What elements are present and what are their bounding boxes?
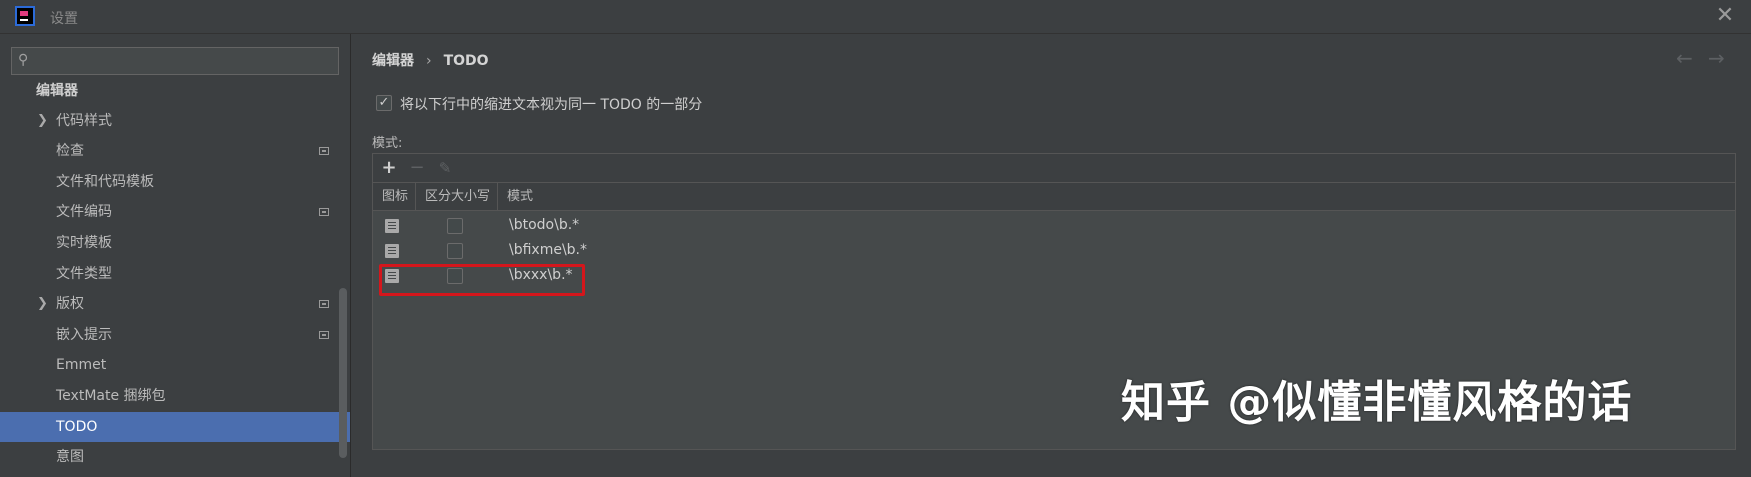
sidebar-item-inspections[interactable]: 检查	[0, 136, 350, 166]
sidebar-item-todo[interactable]: TODO	[0, 412, 350, 442]
edit-pattern-button[interactable]: ✎	[433, 156, 457, 180]
sidebar-item-textmate-bundles[interactable]: TextMate 捆绑包	[0, 381, 350, 411]
sidebar-item-label: 代码样式	[56, 113, 112, 129]
sidebar-item-emmet[interactable]: Emmet	[0, 350, 350, 380]
search-box[interactable]: ⚲	[11, 47, 339, 75]
sidebar-item-code-style[interactable]: ❯ 代码样式	[0, 106, 350, 136]
sidebar-item-label: 意图	[56, 449, 84, 465]
sidebar-item-intentions[interactable]: 意图	[0, 442, 350, 472]
multiline-todo-checkbox[interactable]: ✓	[376, 95, 392, 111]
column-header-case-sensitive[interactable]: 区分大小写	[416, 183, 498, 210]
case-sensitive-checkbox[interactable]	[447, 243, 463, 259]
sidebar-item-label: 文件编码	[56, 204, 112, 220]
project-scope-icon	[319, 147, 329, 155]
highlight-box	[379, 264, 585, 296]
sidebar-item-label: 文件和代码模板	[56, 174, 154, 190]
sidebar-item-label: TextMate 捆绑包	[56, 388, 166, 404]
multiline-todo-label: 将以下行中的缩进文本视为同一 TODO 的一部分	[400, 97, 703, 113]
sidebar-item-copyright[interactable]: ❯ 版权	[0, 289, 350, 319]
title-bar: 设置 ✕	[0, 0, 1751, 34]
table-row[interactable]: \btodo\b.*	[373, 214, 1735, 239]
watermark: 知乎 @似懂非懂风格的话	[1121, 377, 1633, 428]
patterns-table-header: 图标 区分大小写 模式	[373, 183, 1735, 211]
sidebar-item-label: Emmet	[56, 357, 107, 373]
patterns-section-label: 模式:	[372, 136, 403, 151]
project-scope-icon	[319, 300, 329, 308]
sidebar-item-label: 嵌入提示	[56, 327, 112, 343]
intellij-logo-icon	[15, 6, 35, 26]
window-title: 设置	[50, 11, 78, 27]
breadcrumb-parent[interactable]: 编辑器	[372, 53, 414, 69]
sidebar-item-label: 检查	[56, 143, 84, 159]
project-scope-icon	[319, 331, 329, 339]
sidebar-item-label: 实时模板	[56, 235, 112, 251]
chevron-right-icon[interactable]: ❯	[37, 289, 48, 319]
breadcrumb: 编辑器 › TODO	[372, 50, 489, 70]
patterns-toolbar: + − ✎	[373, 154, 1735, 183]
forward-arrow-icon[interactable]: →	[1708, 46, 1725, 70]
breadcrumb-current: TODO	[443, 53, 489, 69]
sidebar-item-label: 版权	[56, 296, 84, 312]
column-header-icon[interactable]: 图标	[373, 183, 416, 210]
settings-sidebar: ⚲ 编辑器 ❯ 代码样式 检查 文件和代码模板 文件编码 实时模板 文件类型 ❯…	[0, 34, 351, 477]
close-button[interactable]: ✕	[1713, 4, 1737, 28]
search-icon: ⚲	[18, 52, 29, 68]
pattern-value: \btodo\b.*	[509, 217, 580, 233]
back-arrow-icon[interactable]: ←	[1676, 46, 1693, 70]
add-pattern-button[interactable]: +	[377, 156, 401, 180]
case-sensitive-checkbox[interactable]	[447, 218, 463, 234]
sidebar-item-file-encodings[interactable]: 文件编码	[0, 197, 350, 227]
remove-pattern-button[interactable]: −	[405, 156, 429, 180]
sidebar-scrollbar[interactable]	[339, 288, 347, 458]
sidebar-item-file-templates[interactable]: 文件和代码模板	[0, 167, 350, 197]
project-scope-icon	[319, 208, 329, 216]
sidebar-item-file-types[interactable]: 文件类型	[0, 259, 350, 289]
todo-icon	[385, 219, 399, 233]
sidebar-item-label: 编辑器	[36, 83, 78, 99]
pattern-value: \bfixme\b.*	[509, 242, 588, 258]
sidebar-item-label: TODO	[56, 419, 98, 435]
sidebar-item-editor[interactable]: 编辑器	[0, 76, 350, 106]
breadcrumb-separator: ›	[426, 53, 432, 69]
table-row[interactable]: \bfixme\b.*	[373, 239, 1735, 264]
column-header-pattern[interactable]: 模式	[498, 183, 1735, 210]
sidebar-item-label: 文件类型	[56, 266, 112, 282]
search-input[interactable]	[40, 50, 334, 74]
todo-icon	[385, 244, 399, 258]
chevron-right-icon[interactable]: ❯	[37, 106, 48, 136]
sidebar-item-inlay-hints[interactable]: 嵌入提示	[0, 320, 350, 350]
sidebar-item-live-templates[interactable]: 实时模板	[0, 228, 350, 258]
